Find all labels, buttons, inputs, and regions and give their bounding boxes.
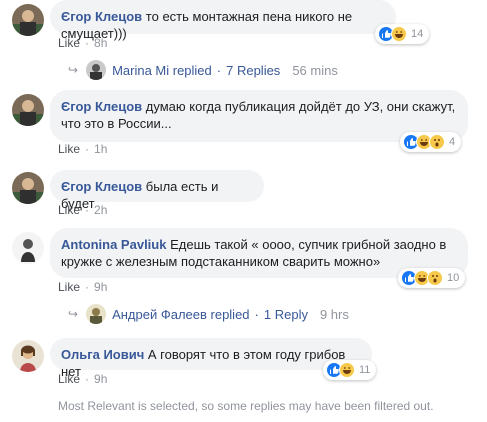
reply-thread-link[interactable]: ↪ Андрей Фалеев replied · 1 Reply 9 hrs	[68, 304, 349, 324]
comment-time[interactable]: 8h	[94, 36, 107, 50]
comment-bubble: Єгор Клецов была есть и будет	[50, 170, 264, 211]
avatar-image	[12, 94, 44, 126]
reply-thread-link[interactable]: ↪ Marina Mi replied · 7 Replies 56 mins	[68, 60, 338, 80]
comment-meta: Like · 2h	[58, 203, 108, 217]
comment-meta: Like · 1h	[58, 142, 108, 156]
reaction-summary[interactable]: 4	[400, 132, 462, 152]
comment-author[interactable]: Єгор Клецов	[61, 179, 142, 194]
haha-reaction-icon	[391, 26, 407, 42]
avatar-image	[12, 232, 44, 264]
avatar-image	[12, 340, 44, 372]
avatar-image	[12, 172, 44, 204]
reply-avatar	[86, 60, 107, 80]
comment-bubble: Єгор Клецов то есть монтажная пена никог…	[50, 0, 396, 41]
reply-author[interactable]: Андрей Фалеев replied	[112, 307, 249, 322]
like-button[interactable]: Like	[58, 142, 80, 156]
comment-author[interactable]: Єгор Клецов	[61, 99, 142, 114]
reply-time: 9 hrs	[319, 306, 349, 322]
comment-time[interactable]: 1h	[94, 142, 107, 156]
comment-author[interactable]: Ольга Иович	[61, 347, 144, 362]
reply-avatar	[86, 304, 107, 324]
comment-meta: Like · 9h	[58, 280, 108, 294]
reply-dot: ·	[216, 62, 222, 78]
reply-arrow-icon: ↪	[68, 63, 79, 77]
like-button[interactable]: Like	[58, 372, 80, 386]
like-button[interactable]: Like	[58, 203, 80, 217]
reaction-summary[interactable]: 10	[398, 268, 466, 288]
like-button[interactable]: Like	[58, 36, 80, 50]
comment-author[interactable]: Єгор Клецов	[61, 9, 142, 24]
reaction-count: 4	[449, 136, 456, 148]
avatar[interactable]	[12, 232, 44, 264]
comment-author[interactable]: Antonina Pavliuk	[61, 237, 166, 252]
avatar[interactable]	[12, 172, 44, 204]
avatar-image	[12, 4, 44, 36]
filter-notice: Most Relevant is selected, so some repli…	[58, 399, 434, 413]
wow-reaction-icon	[427, 270, 443, 286]
reply-arrow-icon: ↪	[68, 307, 79, 321]
haha-reaction-icon	[339, 362, 355, 378]
reply-count[interactable]: 7 Replies	[226, 63, 280, 78]
reply-author[interactable]: Marina Mi replied	[112, 63, 212, 78]
comment-meta: Like · 9h	[58, 372, 108, 386]
reply-count[interactable]: 1 Reply	[264, 307, 308, 322]
reaction-count: 11	[359, 364, 371, 376]
avatar[interactable]	[12, 340, 44, 372]
reaction-summary[interactable]: 14	[375, 24, 430, 44]
avatar[interactable]	[12, 94, 44, 126]
wow-reaction-icon	[429, 134, 445, 150]
avatar[interactable]	[12, 4, 44, 36]
comment-time[interactable]: 2h	[94, 203, 107, 217]
reaction-count: 10	[447, 272, 460, 284]
comment-time[interactable]: 9h	[94, 372, 107, 386]
reply-time: 56 mins	[292, 62, 338, 78]
reaction-summary[interactable]: 11	[323, 360, 377, 380]
comment-meta: Like · 8h	[58, 36, 108, 50]
comment-time[interactable]: 9h	[94, 280, 107, 294]
reaction-count: 14	[411, 28, 424, 40]
like-button[interactable]: Like	[58, 280, 80, 294]
reply-dot: ·	[254, 306, 259, 322]
